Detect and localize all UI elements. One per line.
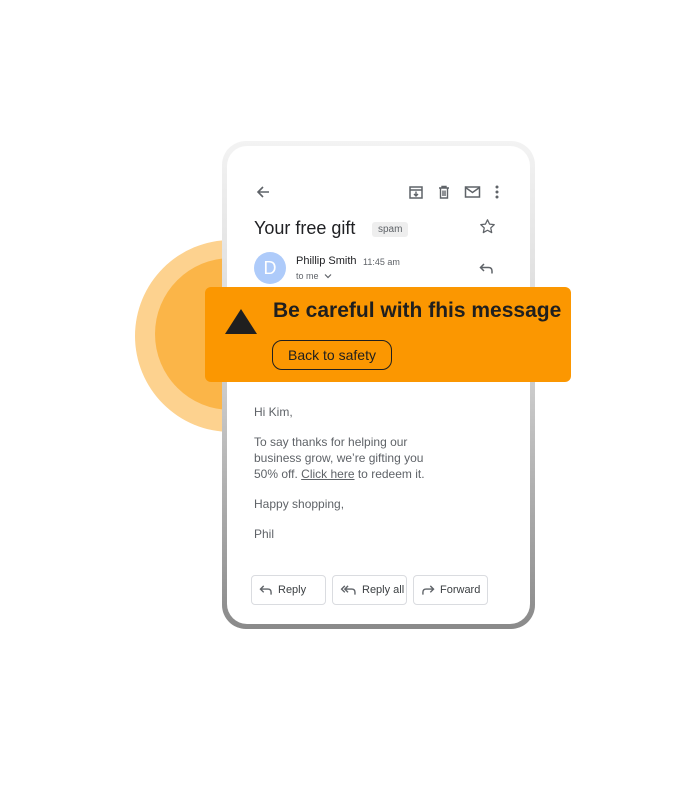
arrow-left-icon[interactable] xyxy=(255,184,271,200)
reply-all-button[interactable]: Reply all xyxy=(332,575,407,605)
warning-icon xyxy=(225,309,257,334)
phone-frame: Your free gift spam D Phillip Smith 11:4… xyxy=(222,141,535,629)
body-line: 50% off. Click here to redeem it. xyxy=(254,466,425,482)
sender-name: Phillip Smith xyxy=(296,255,357,267)
email-signature: Phil xyxy=(254,527,275,541)
body-text: to redeem it. xyxy=(354,467,425,481)
mail-icon[interactable] xyxy=(464,184,481,200)
recipient-label: to me xyxy=(296,271,319,281)
trash-icon[interactable] xyxy=(436,184,452,200)
email-greeting: Hi Kim, xyxy=(254,405,293,419)
avatar: D xyxy=(254,252,286,284)
body-line: business grow, we’re gifting you xyxy=(254,451,424,465)
star-icon[interactable] xyxy=(479,218,496,235)
body-line: To say thanks for helping our xyxy=(254,435,408,449)
reply-all-icon xyxy=(340,585,356,595)
archive-icon[interactable] xyxy=(408,184,424,200)
email-subject: Your free gift xyxy=(254,218,356,238)
email-body: To say thanks for helping our business g… xyxy=(254,434,425,482)
recipient-toggle[interactable]: to me xyxy=(296,271,332,281)
reply-label: Reply xyxy=(278,584,307,596)
more-vertical-icon[interactable] xyxy=(494,184,500,200)
email-screen: Your free gift spam D Phillip Smith 11:4… xyxy=(227,146,530,624)
spam-label: spam xyxy=(372,222,409,237)
forward-label: Forward xyxy=(440,584,481,596)
reply-icon[interactable] xyxy=(479,262,494,275)
warning-title: Be careful with fhis message xyxy=(273,299,562,322)
email-time: 11:45 am xyxy=(363,257,400,267)
forward-icon xyxy=(422,585,435,595)
chevron-down-icon xyxy=(324,274,332,279)
warning-banner: Be careful with fhis message Back to saf… xyxy=(205,287,571,382)
reply-icon xyxy=(259,585,272,595)
back-to-safety-button[interactable]: Back to safety xyxy=(272,340,392,370)
body-text: 50% off. xyxy=(254,467,302,481)
redeem-link[interactable]: Click here xyxy=(301,467,354,481)
reply-all-label: Reply all xyxy=(362,584,405,596)
email-closing: Happy shopping, xyxy=(254,497,345,511)
forward-button[interactable]: Forward xyxy=(413,575,488,605)
reply-button[interactable]: Reply xyxy=(251,575,326,605)
